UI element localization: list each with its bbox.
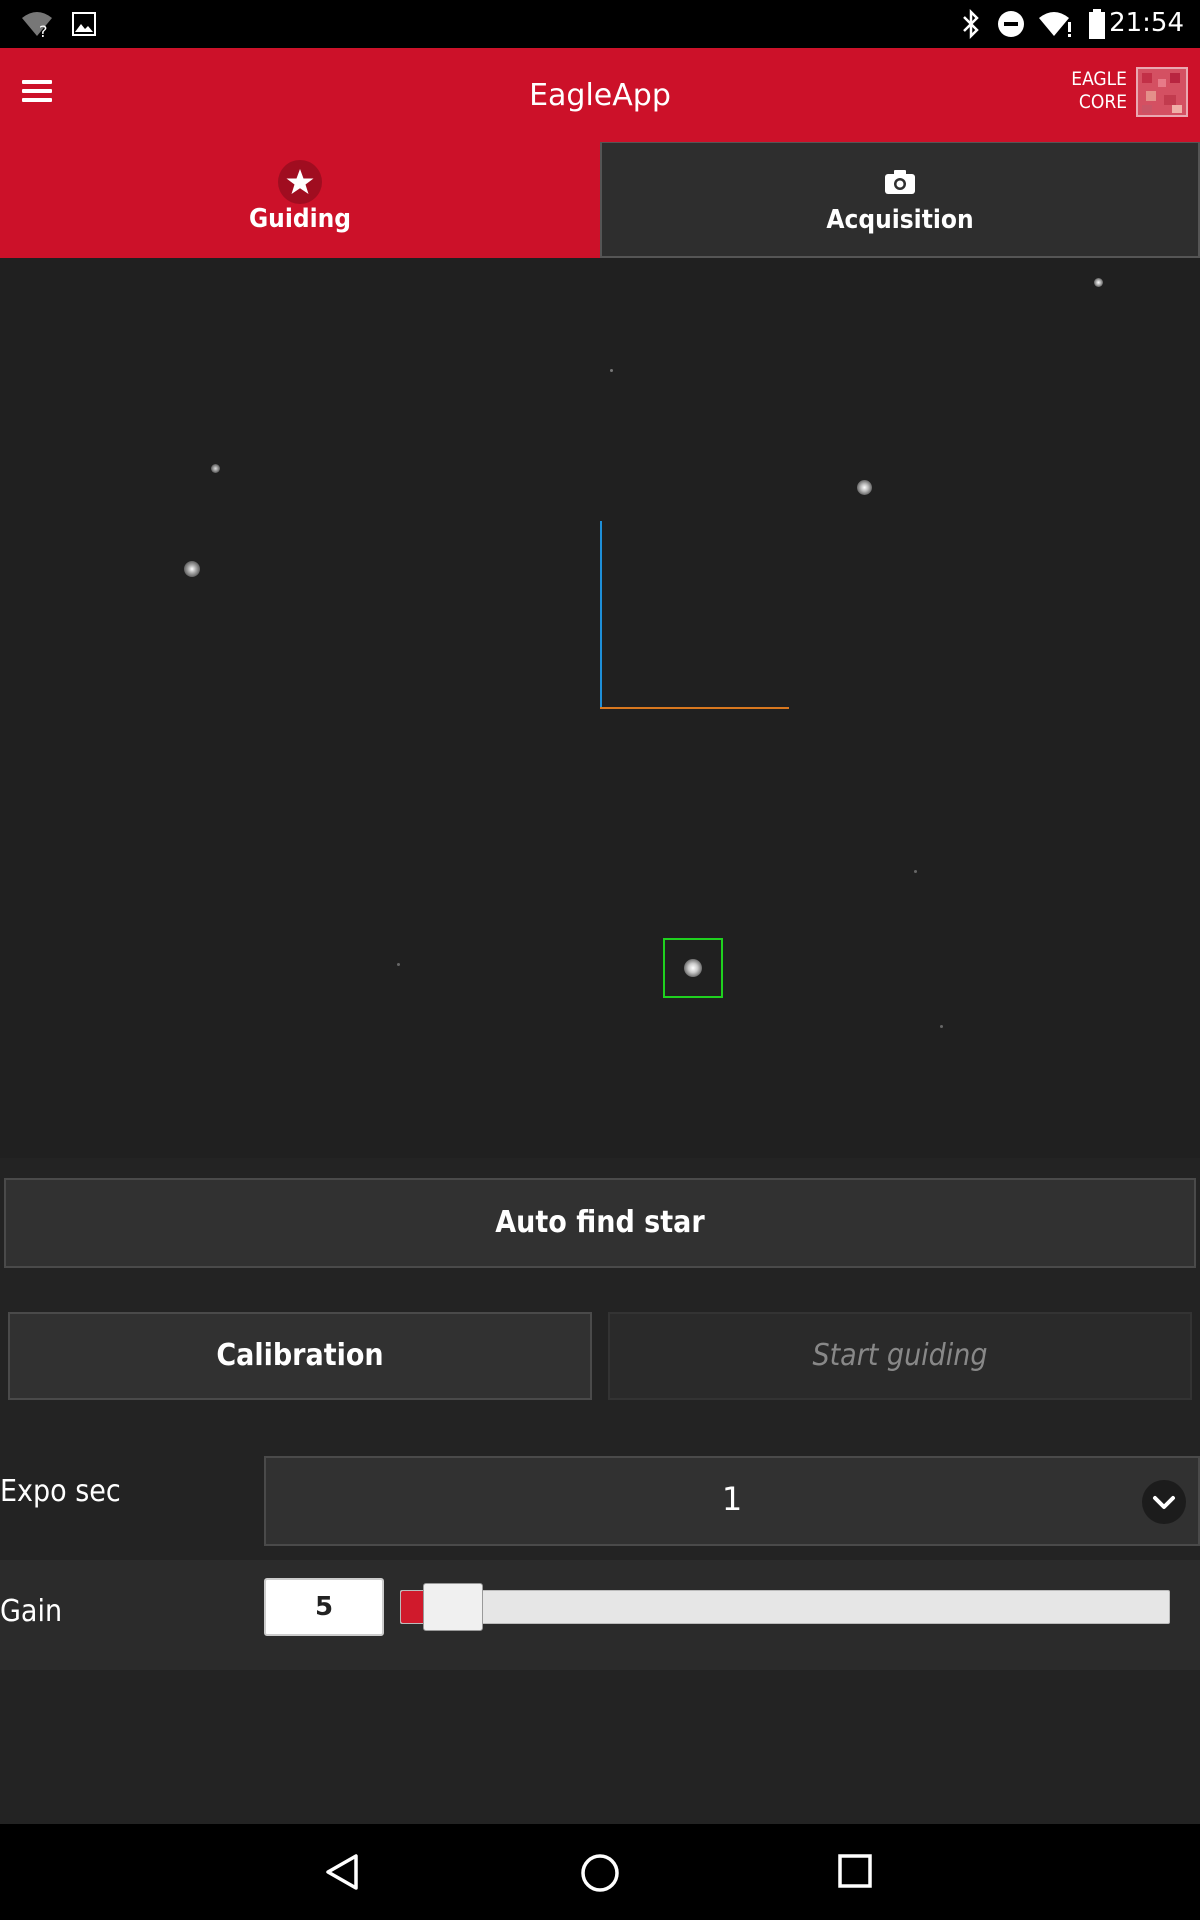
guide-camera-view[interactable]	[0, 258, 1200, 1158]
battery-icon	[1089, 9, 1105, 39]
brand-line-2: CORE	[1078, 91, 1127, 113]
brand-line-1: EAGLE	[1071, 68, 1127, 90]
expo-select[interactable]: 1	[264, 1456, 1200, 1546]
navigation-bar	[0, 1824, 1200, 1920]
home-icon[interactable]	[579, 1852, 621, 1894]
gain-row: Gain 5	[0, 1560, 1200, 1670]
chevron-down-icon[interactable]	[1142, 1480, 1186, 1524]
star-selection-box[interactable]	[663, 938, 723, 998]
status-time: 21:54	[1109, 8, 1184, 38]
gain-slider[interactable]	[400, 1583, 1170, 1631]
start-guiding-button[interactable]: Start guiding	[608, 1312, 1192, 1400]
svg-text:?: ?	[39, 22, 48, 38]
gain-slider-thumb[interactable]	[423, 1583, 484, 1631]
brand-name: EAGLE CORE	[1071, 68, 1127, 114]
bluetooth-icon	[963, 8, 979, 40]
do-not-disturb-icon	[998, 11, 1024, 37]
back-icon[interactable]	[322, 1852, 362, 1892]
wifi-icon	[1039, 12, 1071, 37]
brand-logo	[1136, 67, 1188, 117]
guide-overlay	[600, 521, 789, 998]
status-bar: ? 21:54	[0, 0, 1200, 48]
image-icon	[72, 12, 96, 36]
wifi-unknown-icon: ?	[22, 12, 52, 38]
recents-icon[interactable]	[836, 1852, 876, 1892]
tab-acquisition-label: Acquisition	[826, 205, 974, 235]
star-icon	[278, 160, 322, 204]
gain-input[interactable]: 5	[264, 1578, 384, 1636]
tab-bar: Guiding Acquisition	[0, 142, 1200, 258]
gain-label: Gain	[0, 1594, 63, 1629]
app-title: EagleApp	[529, 78, 671, 113]
app-bar: EagleApp EAGLE CORE	[0, 48, 1200, 142]
tab-guiding[interactable]: Guiding	[0, 142, 600, 258]
expo-value: 1	[721, 1480, 743, 1518]
tab-guiding-label: Guiding	[248, 204, 352, 234]
camera-icon	[878, 161, 922, 205]
tab-acquisition[interactable]: Acquisition	[600, 142, 1200, 258]
expo-label: Expo sec	[0, 1474, 121, 1509]
auto-find-star-button[interactable]: Auto find star	[4, 1178, 1196, 1268]
calibration-button[interactable]: Calibration	[8, 1312, 592, 1400]
